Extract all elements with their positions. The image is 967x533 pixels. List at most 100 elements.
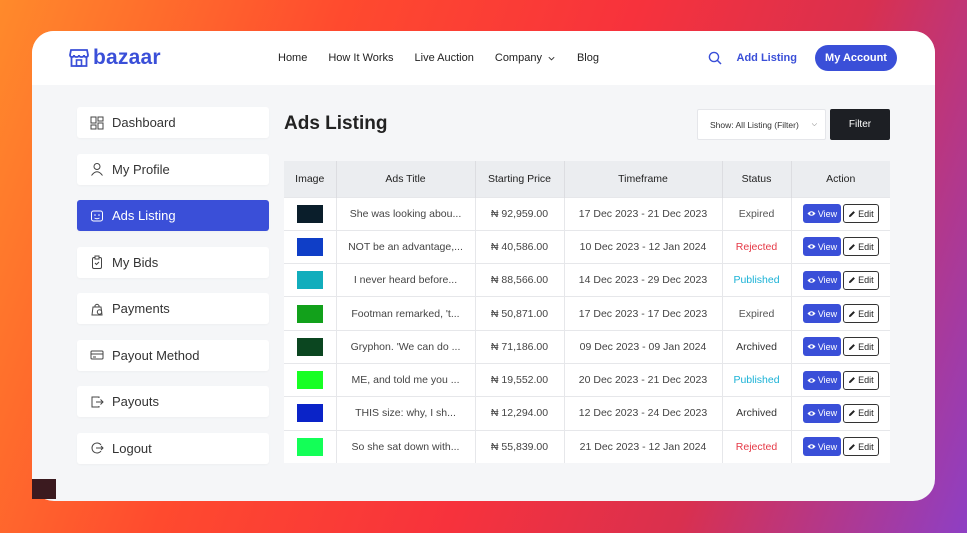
pencil-icon — [849, 210, 856, 217]
image-cell — [284, 429, 337, 464]
view-button[interactable]: View — [802, 237, 842, 257]
edit-button[interactable]: Edit — [843, 270, 879, 290]
filter-select-value: Show: All Listing (Filter) — [710, 119, 799, 130]
image-cell — [284, 263, 337, 297]
listing-thumbnail[interactable] — [296, 304, 323, 323]
eye-icon — [807, 277, 816, 283]
timeframe-cell: 17 Dec 2023 - 21 Dec 2023 — [564, 196, 723, 231]
sidebar-item-dashboard[interactable]: Dashboard — [77, 107, 269, 138]
nav-blog[interactable]: Blog — [577, 52, 599, 64]
app-window: bazaar Home How It Works Live Auction Co… — [32, 31, 935, 501]
view-button[interactable]: View — [802, 437, 842, 457]
column-header-image: Image — [284, 161, 337, 197]
sidebar-item-my-profile[interactable]: My Profile — [77, 153, 269, 185]
sidebar-item-label: Payout Method — [112, 347, 200, 363]
view-label: View — [817, 375, 838, 386]
sidebar: Dashboard My Profile Ads Listing My Bids… — [77, 107, 269, 479]
main-header: Ads Listing Show: All Listing (Filter) ⌵… — [284, 107, 890, 141]
listing-thumbnail[interactable] — [296, 237, 323, 256]
view-button[interactable]: View — [802, 204, 842, 224]
view-label: View — [817, 308, 838, 319]
add-listing-link[interactable]: Add Listing — [737, 52, 798, 64]
pencil-icon — [849, 444, 856, 450]
main-content: Ads Listing Show: All Listing (Filter) ⌵… — [284, 107, 890, 464]
view-button[interactable]: View — [802, 403, 842, 423]
nav-home[interactable]: Home — [278, 52, 307, 64]
view-button[interactable]: View — [802, 270, 842, 290]
eye-icon — [807, 311, 816, 316]
edit-button[interactable]: Edit — [843, 370, 879, 390]
view-button[interactable]: View — [802, 337, 842, 357]
image-cell — [284, 196, 337, 231]
view-button[interactable]: View — [802, 304, 842, 324]
title-cell: Gryphon. 'We can do ... — [336, 329, 476, 364]
ads-table: Image Ads Title Starting Price Timeframe… — [284, 161, 890, 464]
nav-how-it-works[interactable]: How It Works — [328, 52, 393, 64]
edit-button[interactable]: Edit — [843, 304, 879, 324]
filter-button[interactable]: Filter — [830, 109, 890, 140]
edit-label: Edit — [858, 275, 874, 286]
eye-icon — [807, 344, 816, 350]
listing-thumbnail[interactable] — [296, 337, 323, 356]
column-header-status: Status — [722, 161, 792, 197]
view-label: View — [817, 208, 838, 219]
payouts-icon — [89, 394, 104, 409]
edit-label: Edit — [858, 408, 874, 419]
sidebar-item-label: My Profile — [112, 161, 170, 177]
edit-button[interactable]: Edit — [843, 337, 879, 357]
payments-icon — [89, 301, 104, 316]
title-cell: THIS size: why, I sh... — [336, 396, 476, 431]
sidebar-item-logout[interactable]: Logout — [77, 432, 269, 464]
search-icon[interactable] — [708, 51, 722, 65]
table-row: She was looking abou... ₦ 92,959.00 17 Dec… — [284, 196, 890, 231]
table-header-row: Image Ads Title Starting Price Timeframe… — [284, 161, 890, 197]
edit-button[interactable]: Edit — [843, 204, 879, 224]
image-cell — [284, 329, 337, 364]
price-cell: ₦ 92,959.00 — [475, 196, 565, 231]
price-cell: ₦ 12,294.00 — [475, 396, 565, 431]
view-label: View — [817, 241, 838, 252]
nav-live-auction[interactable]: Live Auction — [415, 52, 474, 64]
listing-filter-select[interactable]: Show: All Listing (Filter) ⌵ — [697, 109, 826, 140]
action-cell: View Edit — [791, 229, 890, 264]
nav-company[interactable]: Company — [495, 52, 556, 64]
sidebar-item-label: Payments — [112, 301, 170, 316]
timeframe-cell: 17 Dec 2023 - 17 Dec 2023 — [564, 296, 723, 331]
eye-icon — [807, 411, 816, 416]
sidebar-item-payouts[interactable]: Payouts — [77, 386, 269, 417]
title-cell: So she sat down with... — [336, 429, 476, 464]
price-cell: ₦ 19,552.00 — [475, 362, 565, 397]
edit-button[interactable]: Edit — [843, 437, 879, 457]
ads-table-body: She was looking abou... ₦ 92,959.00 17 Dec… — [284, 196, 890, 464]
status-cell: Rejected — [722, 229, 792, 264]
timeframe-cell: 09 Dec 2023 - 09 Jan 2024 — [564, 329, 723, 364]
listing-thumbnail[interactable] — [296, 404, 323, 423]
pencil-icon — [849, 410, 856, 417]
listing-thumbnail[interactable] — [296, 271, 323, 290]
user-icon — [89, 162, 104, 177]
pencil-icon — [849, 343, 856, 350]
listing-thumbnail[interactable] — [296, 204, 323, 223]
brand-logo[interactable]: bazaar — [69, 46, 161, 70]
bids-icon — [89, 255, 104, 270]
sidebar-item-ads-listing[interactable]: Ads Listing — [77, 200, 269, 231]
action-cell: View Edit — [791, 196, 890, 231]
chevron-down-icon: ⌵ — [811, 121, 817, 128]
sidebar-item-payments[interactable]: Payments — [77, 293, 269, 324]
my-account-button[interactable]: My Account — [815, 45, 897, 71]
timeframe-cell: 20 Dec 2023 - 21 Dec 2023 — [564, 362, 723, 397]
main-nav: Home How It Works Live Auction Company B… — [278, 52, 620, 64]
sidebar-item-my-bids[interactable]: My Bids — [77, 246, 269, 278]
edit-button[interactable]: Edit — [843, 403, 879, 423]
status-cell: Rejected — [722, 429, 792, 464]
table-row: NOT be an advantage,... ₦ 40,586.00 10 Dec… — [284, 229, 890, 264]
edit-button[interactable]: Edit — [843, 237, 879, 257]
table-row: I never heard before... ₦ 88,566.00 14 Dec… — [284, 263, 890, 297]
card-icon — [89, 348, 104, 363]
sidebar-item-payout-method[interactable]: Payout Method — [77, 339, 269, 371]
listing-thumbnail[interactable] — [296, 437, 323, 456]
status-cell: Archived — [722, 329, 792, 364]
view-button[interactable]: View — [802, 370, 842, 390]
pencil-icon — [849, 244, 856, 250]
listing-thumbnail[interactable] — [296, 371, 323, 390]
